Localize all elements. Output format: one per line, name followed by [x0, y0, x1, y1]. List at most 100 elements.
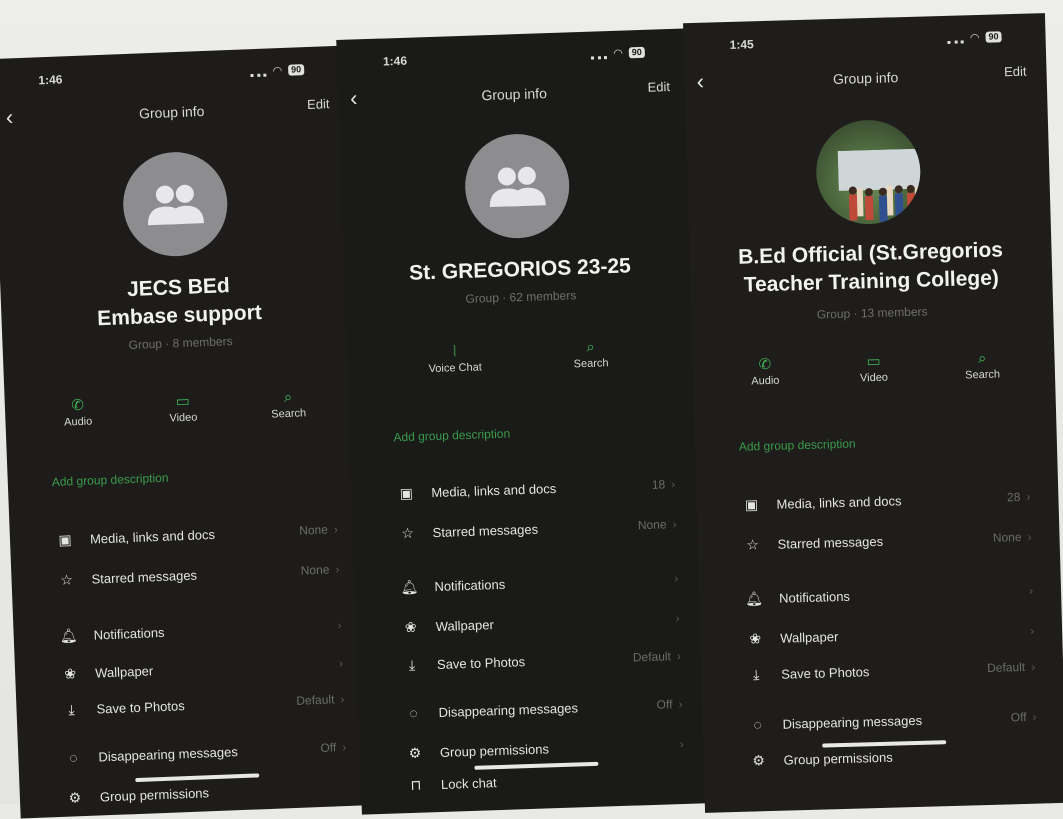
chevron-right-icon: ›	[340, 692, 345, 707]
notifications-row[interactable]: 🔔︎ Notifications ›	[743, 580, 1034, 610]
starred-row[interactable]: ☆ Starred messages None ›	[55, 558, 340, 591]
video-icon: ▭	[175, 392, 191, 411]
row-value: Off	[656, 697, 673, 712]
row-label: Wallpaper	[780, 628, 839, 646]
save-photos-row[interactable]: ⤓ Save to Photos Default ›	[745, 656, 1036, 686]
media-row[interactable]: ▣ Media, links and docs 28 ›	[740, 486, 1031, 516]
save-photos-row[interactable]: ⤓ Save to Photos Default ›	[401, 645, 682, 676]
row-label: Starred messages	[777, 533, 884, 552]
battery-icon: 90	[985, 31, 1002, 43]
save-photos-row[interactable]: ⤓ Save to Photos Default ›	[60, 688, 345, 721]
wallpaper-row[interactable]: ❀ Wallpaper ›	[59, 652, 344, 685]
wallpaper-icon: ❀	[404, 618, 417, 635]
add-description-link[interactable]: Add group description	[393, 427, 510, 445]
chevron-right-icon: ›	[679, 736, 685, 752]
media-row[interactable]: ▣ Media, links and docs 18 ›	[395, 473, 676, 504]
notifications-row[interactable]: 🔔︎ Notifications ›	[398, 567, 679, 598]
row-label: Wallpaper	[435, 616, 494, 634]
status-time: 1:46	[38, 72, 63, 88]
group-members[interactable]: Group · 13 members	[691, 301, 1053, 325]
media-row[interactable]: ▣ Media, links and docs None ›	[54, 518, 339, 551]
edit-button[interactable]: Edit	[647, 79, 670, 95]
battery-icon: 90	[287, 64, 305, 76]
audio-button[interactable]: ✆ Audio	[32, 394, 123, 429]
search-icon: ⌕	[586, 338, 596, 356]
voice-chat-button[interactable]: ⦚ Voice Chat	[409, 341, 500, 376]
signal-icon	[947, 32, 965, 44]
chevron-right-icon: ›	[1032, 709, 1037, 724]
add-description-link[interactable]: Add group description	[739, 437, 856, 454]
battery-icon: 90	[628, 46, 646, 59]
image-icon: ▣	[744, 495, 759, 513]
group-icon	[489, 166, 546, 208]
video-button[interactable]: ▭ Video	[137, 390, 228, 425]
search-label: Search	[573, 357, 609, 371]
status-bar: 1:46 ◠ 90	[337, 44, 689, 74]
wallpaper-icon: ❀	[749, 629, 762, 647]
video-label: Video	[169, 411, 198, 425]
permissions-row[interactable]: ⚙ Group permissions ›	[404, 733, 685, 764]
audio-label: Audio	[751, 374, 780, 388]
bell-icon: 🔔︎	[745, 589, 764, 607]
disappearing-row[interactable]: ◌ Disappearing messages Off ›	[746, 706, 1037, 736]
phone-screen-2: 1:46 ◠ 90 ‹ Group info Edit St. GREGORIOS…	[336, 28, 714, 815]
row-value: 18	[651, 477, 666, 492]
add-description-link[interactable]: Add group description	[52, 471, 169, 489]
timer-icon: ◌	[409, 704, 419, 721]
search-button[interactable]: ⌕ Search	[545, 336, 636, 371]
chevron-right-icon: ›	[675, 610, 680, 626]
voice-chat-label: Voice Chat	[428, 361, 482, 376]
row-label: Media, links and docs	[89, 526, 216, 547]
nav-bar: ‹ Group info Edit	[0, 93, 350, 131]
starred-row[interactable]: ☆ Starred messages None ›	[741, 526, 1032, 556]
edit-button[interactable]: Edit	[307, 96, 330, 112]
waveform-icon: ⦚	[452, 343, 457, 361]
row-value: 28	[1006, 489, 1021, 505]
row-label: Starred messages	[432, 521, 539, 540]
wallpaper-row[interactable]: ❀ Wallpaper ›	[744, 620, 1035, 650]
row-value: Default	[632, 649, 672, 665]
search-icon: ⌕	[977, 349, 987, 368]
row-label: Disappearing messages	[98, 743, 239, 765]
status-bar: 1:45 ◠ 90	[683, 29, 1045, 57]
edit-button[interactable]: Edit	[1004, 64, 1027, 80]
phone-icon: ✆	[70, 396, 85, 415]
video-button[interactable]: ▭ Video	[828, 351, 919, 386]
page-title: Group info	[832, 69, 899, 88]
chevron-right-icon: ›	[335, 562, 340, 577]
download-icon: ⤓	[408, 656, 416, 673]
row-value: Off	[320, 740, 337, 755]
row-value: Off	[1010, 709, 1027, 725]
starred-row[interactable]: ☆ Starred messages None ›	[396, 513, 677, 544]
wallpaper-icon: ❀	[63, 664, 77, 682]
wifi-icon: ◠	[272, 64, 283, 78]
status-time: 1:46	[382, 53, 408, 69]
row-label: Media, links and docs	[776, 492, 902, 512]
notifications-row[interactable]: 🔔︎ Notifications ›	[57, 614, 342, 647]
row-label: Notifications	[93, 624, 165, 643]
chevron-right-icon: ›	[670, 477, 676, 492]
permissions-row[interactable]: ⚙ Group permissions	[747, 742, 1038, 772]
group-avatar[interactable]	[121, 150, 230, 259]
page-title: Group info	[481, 85, 548, 104]
wallpaper-row[interactable]: ❀ Wallpaper ›	[399, 607, 680, 638]
settings-icon: ⚙	[752, 751, 766, 769]
audio-button[interactable]: ✆ Audio	[720, 354, 811, 389]
group-avatar[interactable]	[463, 132, 571, 240]
row-label: Save to Photos	[96, 697, 185, 717]
row-label: Group permissions	[783, 749, 893, 768]
search-button[interactable]: ⌕ Search	[243, 386, 334, 421]
image-icon: ▣	[58, 530, 72, 548]
search-button[interactable]: ⌕ Search	[937, 348, 1028, 383]
row-value: None	[992, 529, 1022, 545]
group-photo-avatar[interactable]	[814, 118, 922, 226]
disappearing-row[interactable]: ◌ Disappearing messages Off ›	[402, 693, 683, 724]
status-time: 1:45	[729, 37, 754, 52]
chevron-right-icon: ›	[338, 656, 344, 671]
timer-icon: ◌	[753, 716, 763, 733]
group-name: B.Ed Official (St.Gregorios Teacher Trai…	[689, 235, 1052, 301]
chevron-right-icon: ›	[676, 648, 682, 664]
lock-chat-row[interactable]: ⊓ Lock chat	[405, 765, 686, 796]
disappearing-row[interactable]: ◌ Disappearing messages Off ›	[62, 736, 347, 769]
bell-icon: 🔔︎	[59, 626, 78, 644]
